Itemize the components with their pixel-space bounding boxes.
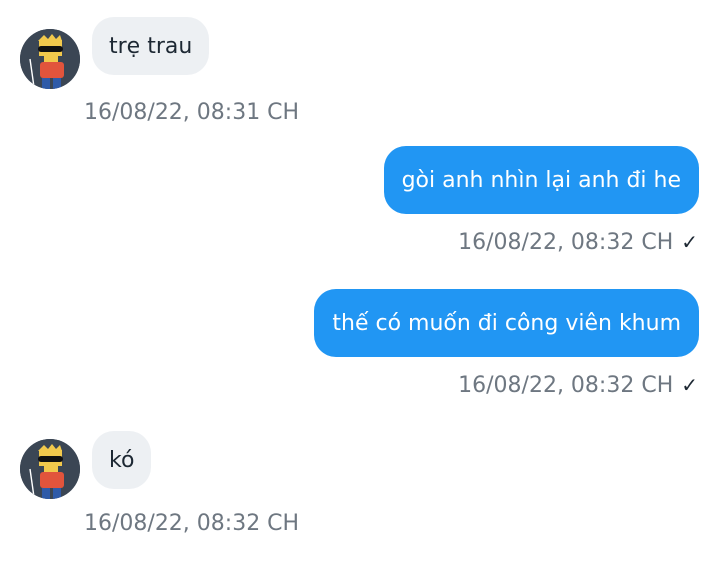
avatar[interactable] <box>20 439 80 499</box>
message-meta: 16/08/22, 08:32 CH ✓ <box>458 372 698 399</box>
message-bubble-outgoing[interactable]: gòi anh nhìn lại anh đi he <box>383 146 699 214</box>
avatar[interactable] <box>20 29 80 89</box>
message-timestamp: 16/08/22, 08:32 CH <box>458 230 674 255</box>
message-bubble-outgoing[interactable]: thế có muốn đi công viên khum <box>314 289 699 357</box>
message-thread: trẹ trau 16/08/22, 08:31 CH gòi anh nhìn… <box>0 0 720 571</box>
check-icon: ✓ <box>681 230 698 254</box>
message-timestamp: 16/08/22, 08:31 CH <box>84 100 300 125</box>
contact-avatar-image <box>20 29 80 89</box>
message-meta: 16/08/22, 08:32 CH ✓ <box>458 229 698 256</box>
message-timestamp: 16/08/22, 08:32 CH <box>84 511 300 536</box>
message-bubble-incoming[interactable]: trẹ trau <box>92 17 210 75</box>
message-bubble-incoming[interactable]: kó <box>92 431 152 489</box>
check-icon: ✓ <box>681 373 698 397</box>
message-timestamp: 16/08/22, 08:32 CH <box>458 373 674 398</box>
contact-avatar-image <box>20 439 80 499</box>
